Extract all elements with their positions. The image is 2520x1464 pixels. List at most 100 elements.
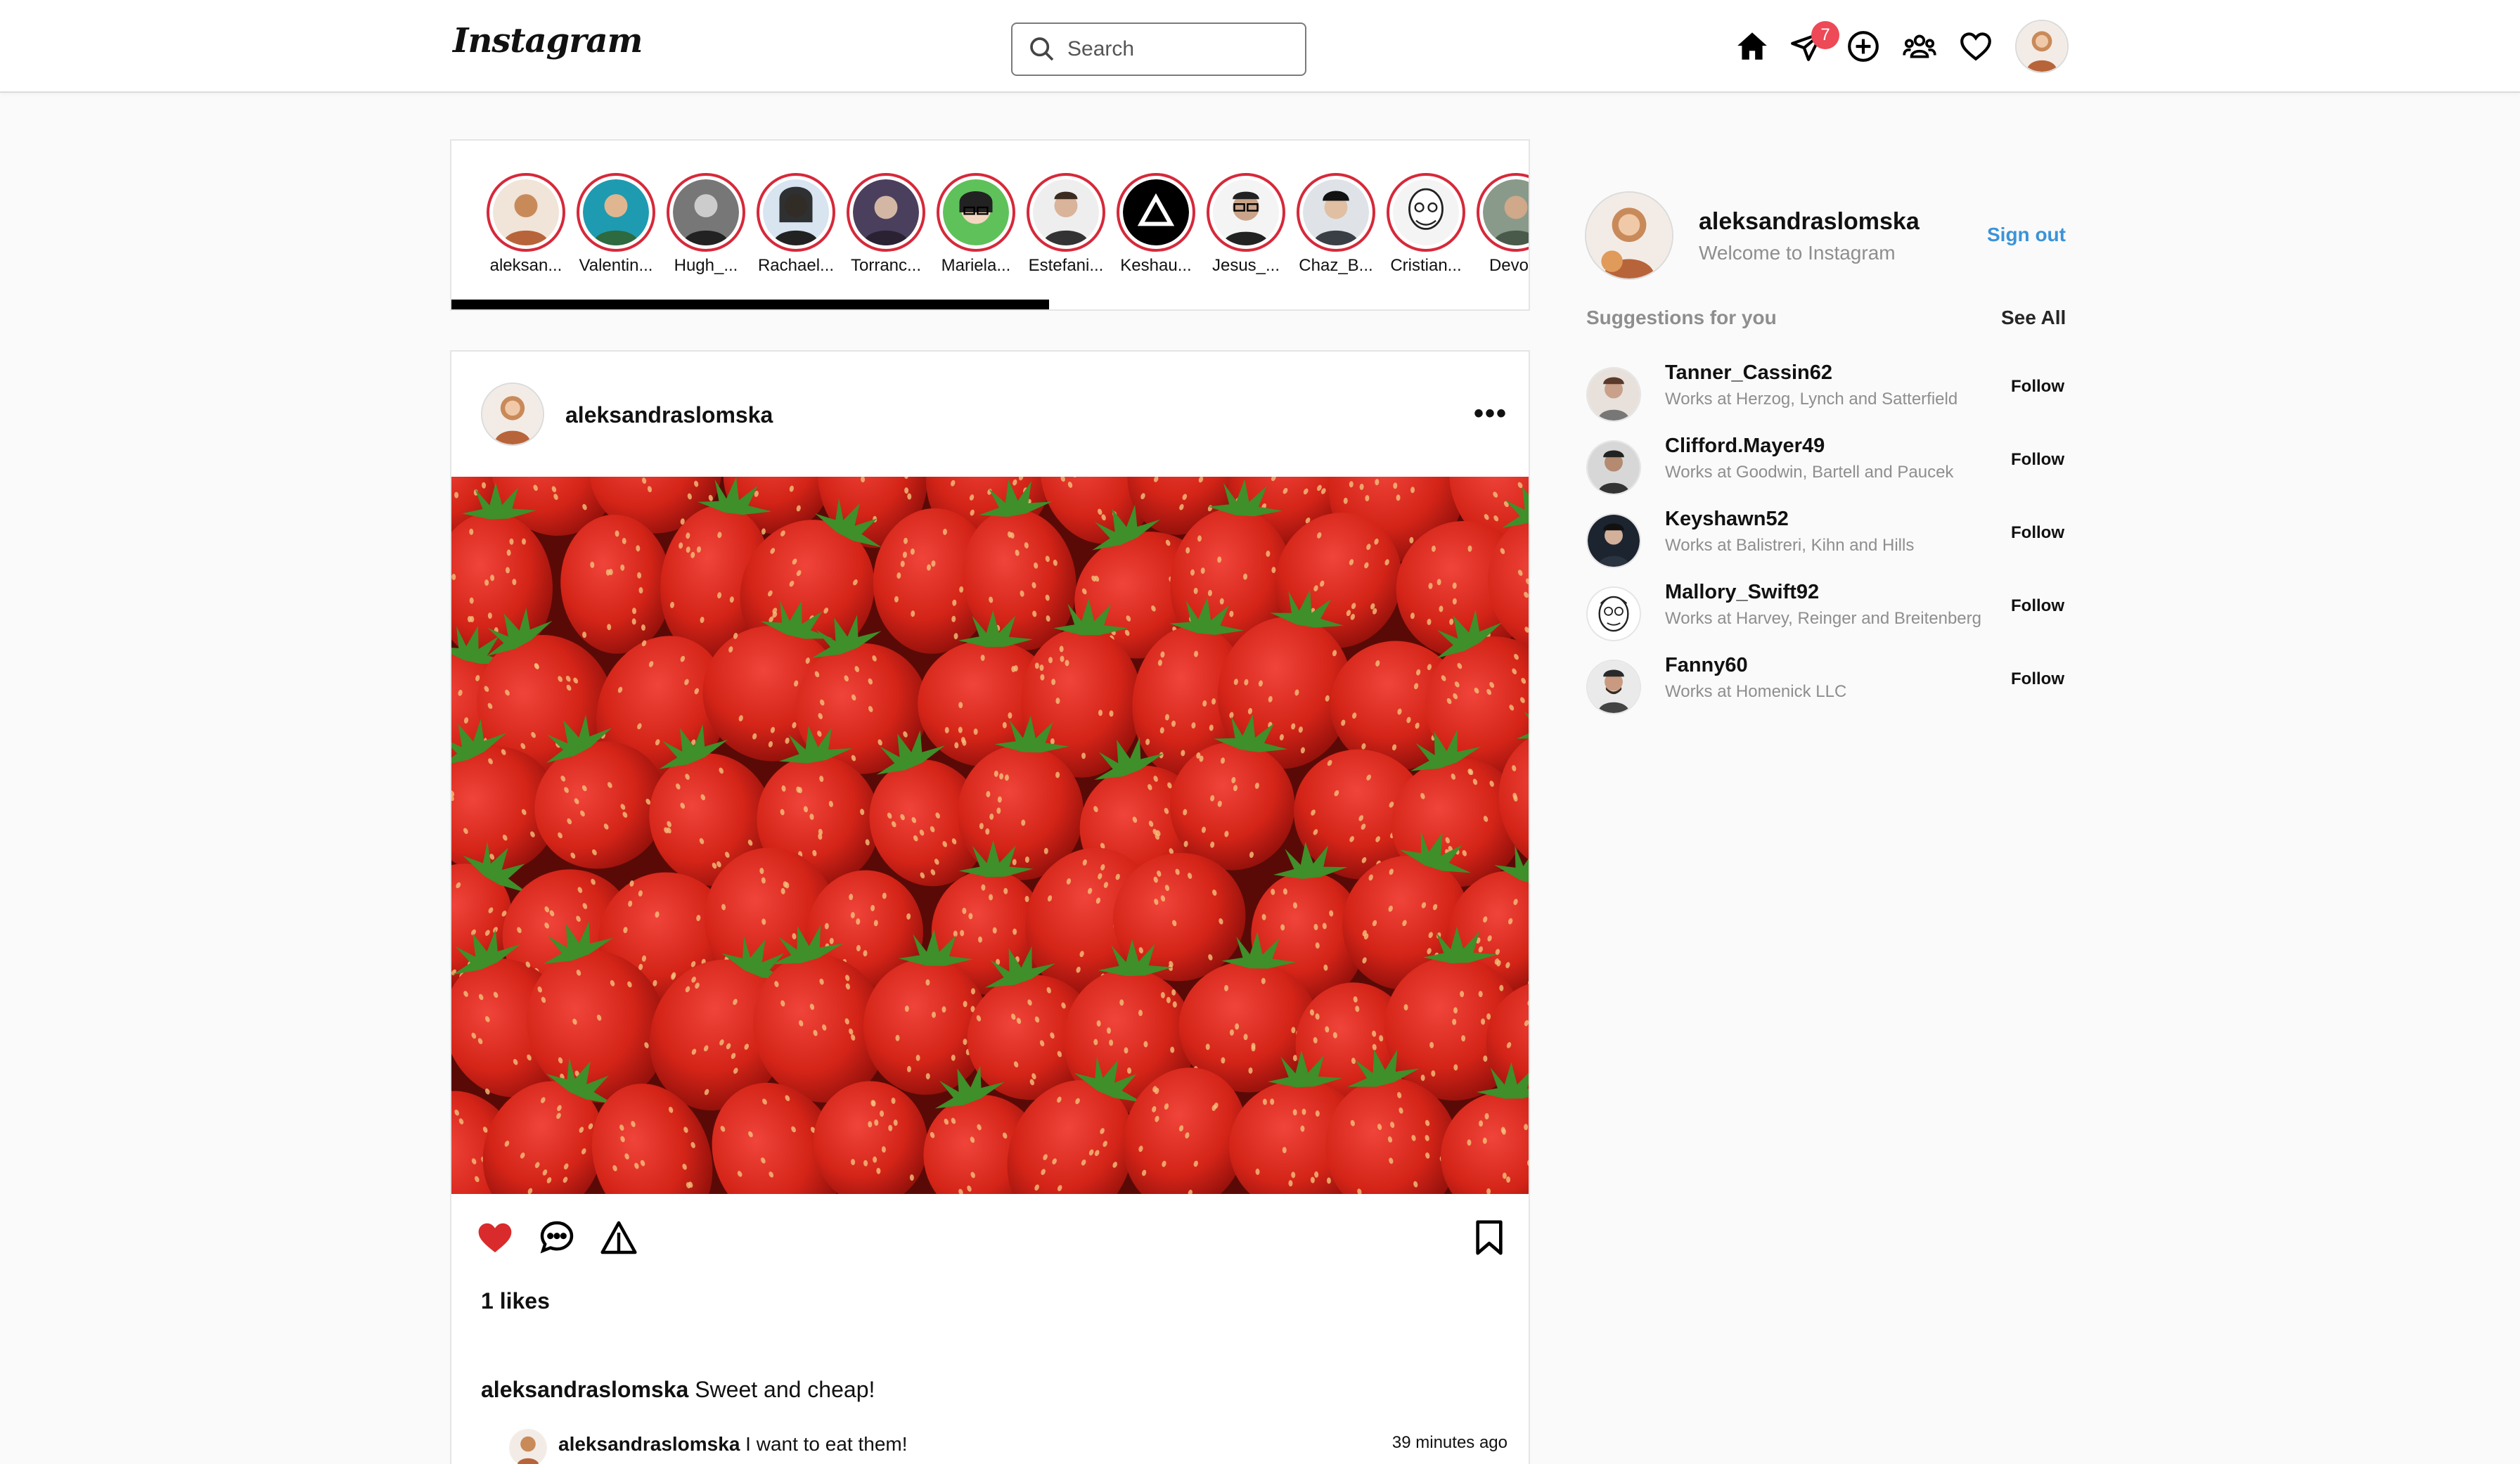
share-button[interactable] xyxy=(599,1218,641,1260)
suggestion-subtitle: Works at Goodwin, Bartell and Paucek xyxy=(1665,463,1954,482)
story-avatar xyxy=(1213,179,1279,245)
story-avatar xyxy=(763,179,829,245)
comment-username[interactable]: aleksandraslomska xyxy=(558,1433,740,1455)
story-ring xyxy=(1477,173,1529,252)
story-ring xyxy=(1027,173,1105,252)
story-item[interactable]: Estefani... xyxy=(1027,173,1105,276)
avatar xyxy=(2017,21,2067,72)
comment-body: I want to eat them! xyxy=(740,1433,908,1455)
avatar xyxy=(482,384,543,444)
feed-post: aleksandraslomska ••• 1 likes aleksandra… xyxy=(450,350,1530,1464)
comment-timestamp: 39 minutes ago xyxy=(1391,1433,1508,1452)
post-actions xyxy=(451,1218,1529,1263)
story-username: Chaz_B... xyxy=(1299,256,1373,275)
search-input[interactable] xyxy=(1067,37,1292,61)
story-item[interactable]: Rachael... xyxy=(757,173,835,276)
story-item[interactable]: Chaz_B... xyxy=(1297,173,1375,276)
search-icon xyxy=(1030,37,1054,61)
suggestions-heading: Suggestions for you xyxy=(1586,307,1777,328)
story-item[interactable]: Jesus_... xyxy=(1207,173,1285,276)
current-user-avatar[interactable] xyxy=(1585,191,1673,280)
story-item[interactable]: Mariela... xyxy=(937,173,1015,276)
activity-button[interactable] xyxy=(1953,24,1998,69)
suggestion-row: Mallory_Swift92 Works at Harvey, Reinger… xyxy=(1586,581,2067,644)
follow-button[interactable]: Follow xyxy=(2011,523,2064,543)
likes-count[interactable]: 1 likes xyxy=(481,1288,550,1314)
comment-button[interactable] xyxy=(537,1218,579,1260)
story-username: Devont xyxy=(1489,256,1529,275)
post-options-button[interactable]: ••• xyxy=(1474,398,1508,430)
avatar xyxy=(509,1429,547,1464)
new-post-icon xyxy=(1848,31,1879,62)
home-icon xyxy=(1737,32,1767,60)
story-avatar xyxy=(1483,179,1529,245)
explore-people-icon xyxy=(1903,34,1936,58)
post-caption: aleksandraslomska Sweet and cheap! xyxy=(481,1377,875,1403)
story-username: Torranc... xyxy=(850,256,922,275)
story-username: Rachael... xyxy=(757,256,835,275)
suggestion-subtitle: Works at Harvey, Reinger and Breitenberg xyxy=(1665,609,1981,628)
suggestion-subtitle: Works at Homenick LLC xyxy=(1665,682,1847,701)
suggestion-avatar[interactable] xyxy=(1586,367,1641,422)
follow-button[interactable]: Follow xyxy=(2011,377,2064,397)
caption-text: Sweet and cheap! xyxy=(688,1377,875,1402)
story-avatar xyxy=(583,179,649,245)
direct-messages-button[interactable]: 7 xyxy=(1785,21,1839,69)
story-item[interactable]: Cristian... xyxy=(1387,173,1465,276)
post-author-username[interactable]: aleksandraslomska xyxy=(565,402,773,428)
follow-button[interactable]: Follow xyxy=(2011,596,2064,616)
explore-people-button[interactable] xyxy=(1897,24,1942,69)
story-item[interactable]: Torranc... xyxy=(847,173,925,276)
story-avatar xyxy=(493,179,559,245)
follow-button[interactable]: Follow xyxy=(2011,450,2064,470)
post-author-avatar[interactable] xyxy=(481,383,544,446)
home-button[interactable] xyxy=(1730,24,1775,69)
avatar xyxy=(1588,588,1640,640)
sign-out-link[interactable]: Sign out xyxy=(1987,224,2066,246)
suggestion-username[interactable]: Mallory_Swift92 xyxy=(1665,581,1819,604)
post-header: aleksandraslomska ••• xyxy=(451,352,1529,477)
post-image[interactable] xyxy=(451,477,1529,1194)
suggestion-avatar[interactable] xyxy=(1586,513,1641,568)
suggestion-username[interactable]: Tanner_Cassin62 xyxy=(1665,361,1832,385)
stories-scrollbar[interactable] xyxy=(451,300,1049,309)
story-avatar xyxy=(943,179,1009,245)
story-username: Keshau... xyxy=(1120,256,1192,275)
current-username[interactable]: aleksandraslomska xyxy=(1699,208,1920,236)
story-item[interactable]: Devont xyxy=(1477,173,1529,276)
story-avatar xyxy=(1033,179,1099,245)
bookmark-icon xyxy=(1476,1220,1503,1255)
story-ring xyxy=(1117,173,1195,252)
caption-username[interactable]: aleksandraslomska xyxy=(481,1377,688,1402)
suggestion-avatar[interactable] xyxy=(1586,660,1641,714)
story-username: aleksan... xyxy=(489,256,562,275)
new-post-button[interactable] xyxy=(1841,24,1886,69)
profile-avatar-button[interactable] xyxy=(2015,20,2069,73)
story-item[interactable]: Keshau... xyxy=(1117,173,1195,276)
avatar xyxy=(1588,515,1640,567)
story-item[interactable]: aleksan... xyxy=(487,173,565,276)
comment-text: aleksandraslomska I want to eat them! xyxy=(558,1433,908,1456)
suggestion-username[interactable]: Clifford.Mayer49 xyxy=(1665,435,1825,458)
story-item[interactable]: Hugh_... xyxy=(667,173,745,276)
save-button[interactable] xyxy=(1470,1218,1512,1260)
see-all-link[interactable]: See All xyxy=(2001,307,2066,329)
like-button[interactable] xyxy=(475,1218,518,1260)
instagram-logo[interactable]: Instagram xyxy=(453,21,643,60)
suggestion-username[interactable]: Keyshawn52 xyxy=(1665,508,1789,531)
story-ring xyxy=(847,173,925,252)
suggestion-username[interactable]: Fanny60 xyxy=(1665,654,1748,677)
story-item[interactable]: Valentin... xyxy=(577,173,655,276)
story-ring xyxy=(757,173,835,252)
story-ring xyxy=(1207,173,1285,252)
report-triangle-icon xyxy=(600,1221,637,1254)
suggestion-avatar[interactable] xyxy=(1586,440,1641,495)
story-ring xyxy=(937,173,1015,252)
story-username: Mariela... xyxy=(941,256,1011,275)
story-avatar xyxy=(1123,179,1189,245)
suggestion-avatar[interactable] xyxy=(1586,586,1641,641)
comment-avatar[interactable] xyxy=(509,1429,547,1464)
avatar xyxy=(1588,442,1640,494)
search-box[interactable] xyxy=(1011,23,1306,76)
follow-button[interactable]: Follow xyxy=(2011,669,2064,689)
